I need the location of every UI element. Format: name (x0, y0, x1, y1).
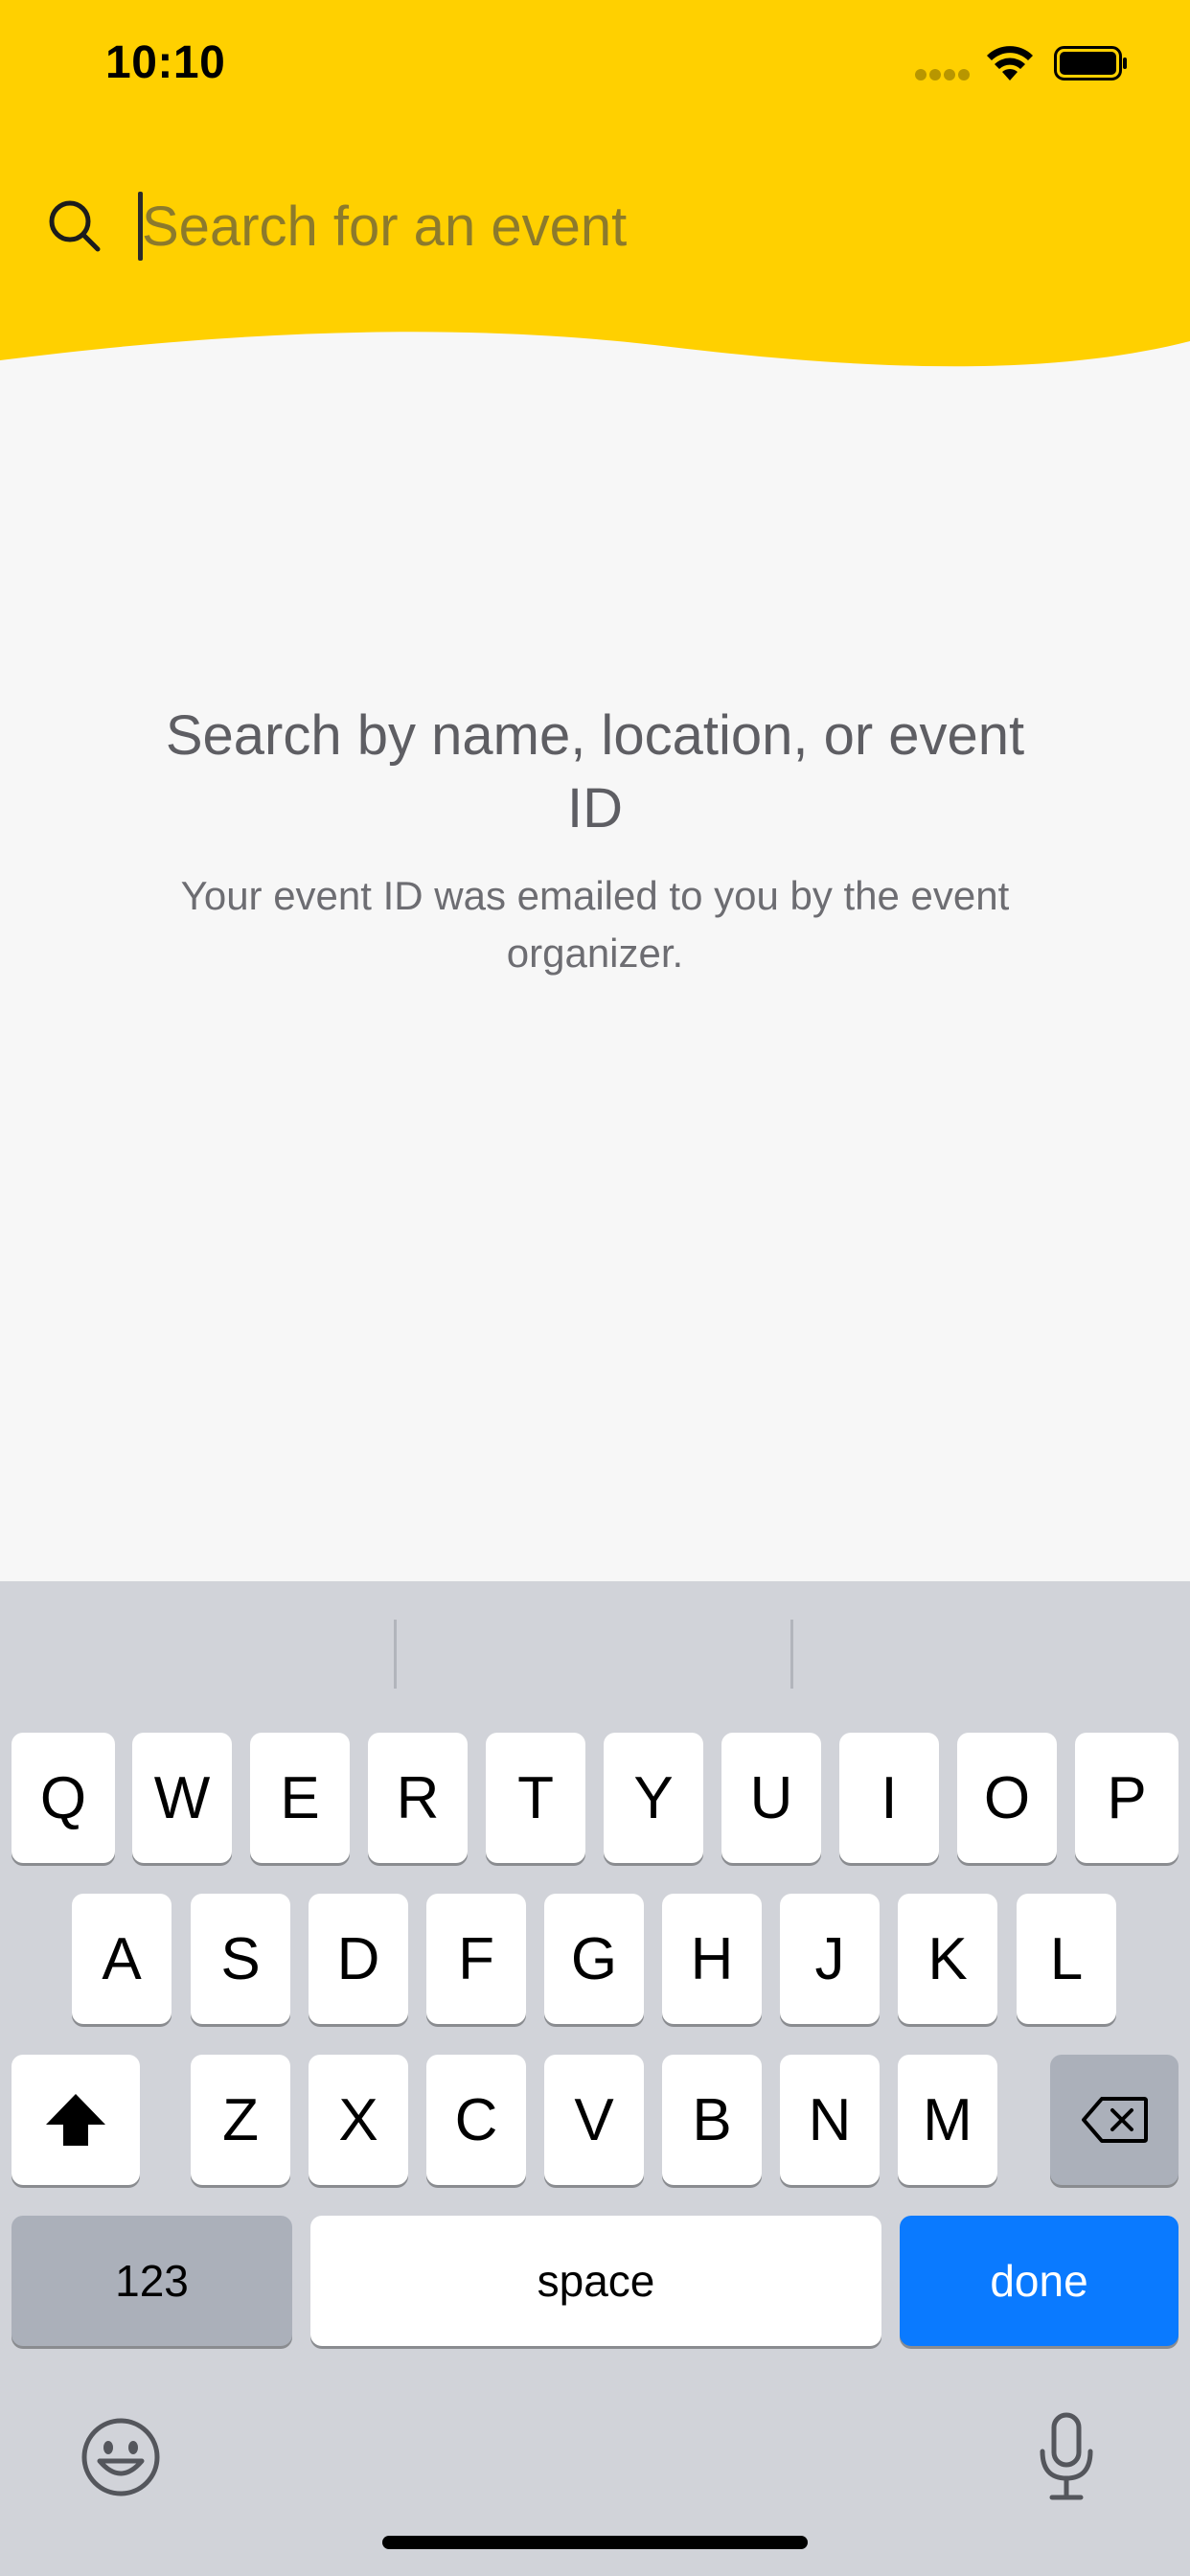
key-o[interactable]: O (957, 1733, 1057, 1863)
key-e[interactable]: E (250, 1733, 350, 1863)
key-f[interactable]: F (426, 1894, 526, 2024)
search-icon[interactable] (46, 197, 103, 255)
numbers-key[interactable]: 123 (11, 2216, 292, 2346)
status-time: 10:10 (105, 37, 226, 88)
header: 10:10 (0, 0, 1190, 374)
key-k[interactable]: K (898, 1894, 997, 2024)
key-l[interactable]: L (1017, 1894, 1116, 2024)
empty-state-subtitle: Your event ID was emailed to you by the … (180, 873, 1010, 976)
home-indicator[interactable] (382, 2536, 808, 2549)
key-j[interactable]: J (780, 1894, 880, 2024)
microphone-icon[interactable] (1037, 2411, 1096, 2503)
key-z[interactable]: Z (191, 2055, 290, 2185)
key-c[interactable]: C (426, 2055, 526, 2185)
battery-icon (1054, 46, 1127, 80)
key-d[interactable]: D (309, 1894, 408, 2024)
key-w[interactable]: W (132, 1733, 232, 1863)
done-key[interactable]: done (900, 2216, 1179, 2346)
shift-icon (46, 2094, 105, 2146)
key-v[interactable]: V (544, 2055, 644, 2185)
key-y[interactable]: Y (604, 1733, 703, 1863)
backspace-key[interactable] (1050, 2055, 1179, 2185)
key-t[interactable]: T (486, 1733, 585, 1863)
search-input[interactable] (142, 188, 1100, 264)
key-m[interactable]: M (898, 2055, 997, 2185)
key-b[interactable]: B (662, 2055, 762, 2185)
key-x[interactable]: X (309, 2055, 408, 2185)
signal-dots-icon (915, 69, 971, 80)
shift-key[interactable] (11, 2055, 140, 2185)
emoji-icon[interactable] (80, 2417, 161, 2497)
key-r[interactable]: R (368, 1733, 468, 1863)
key-a[interactable]: A (72, 1894, 172, 2024)
key-g[interactable]: G (544, 1894, 644, 2024)
key-p[interactable]: P (1075, 1733, 1179, 1863)
key-n[interactable]: N (780, 2055, 880, 2185)
backspace-icon (1082, 2097, 1148, 2143)
key-q[interactable]: Q (11, 1733, 115, 1863)
space-key[interactable]: space (310, 2216, 881, 2346)
empty-state-title: Search by name, location, or event ID (165, 704, 1025, 840)
keyboard: Q W E R T Y U I O P A S D F G H J K L Z … (0, 1581, 1190, 2576)
key-h[interactable]: H (662, 1894, 762, 2024)
suggestion-divider (790, 1620, 793, 1689)
key-u[interactable]: U (721, 1733, 821, 1863)
wifi-icon (987, 46, 1033, 80)
key-s[interactable]: S (191, 1894, 290, 2024)
key-i[interactable]: I (839, 1733, 939, 1863)
suggestion-divider (394, 1620, 397, 1689)
